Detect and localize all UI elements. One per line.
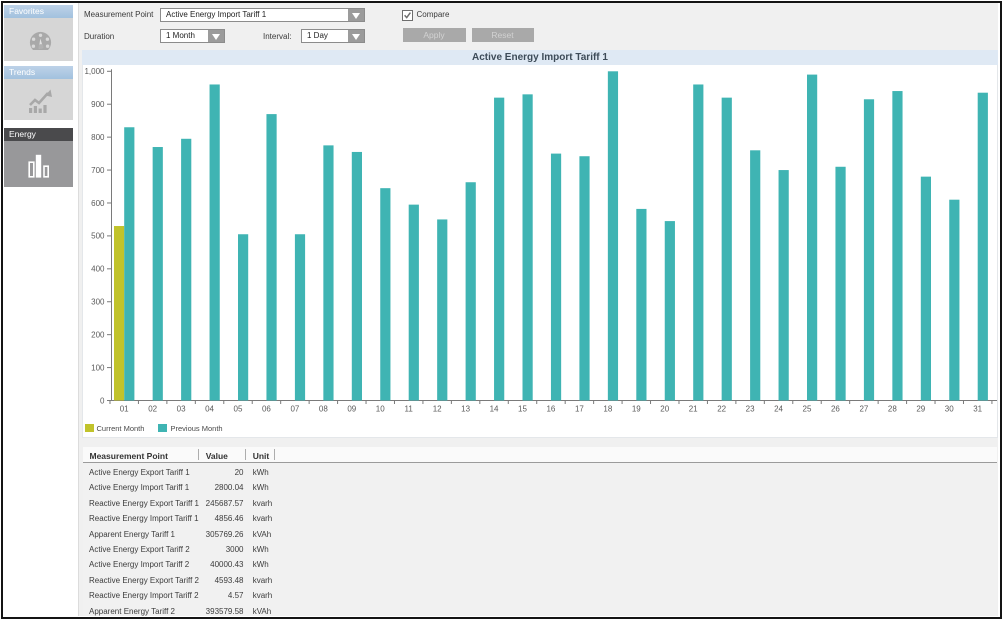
svg-text:21: 21 [689, 405, 698, 414]
svg-text:04: 04 [205, 405, 214, 414]
svg-text:10: 10 [376, 405, 385, 414]
svg-text:09: 09 [347, 405, 356, 414]
svg-text:01: 01 [120, 405, 129, 414]
svg-text:19: 19 [632, 405, 641, 414]
svg-text:29: 29 [916, 405, 925, 414]
svg-text:25: 25 [803, 405, 812, 414]
svg-text:22: 22 [717, 405, 726, 414]
svg-text:600: 600 [91, 199, 105, 208]
svg-text:15: 15 [518, 405, 527, 414]
svg-text:0: 0 [100, 396, 105, 405]
svg-text:100: 100 [91, 363, 105, 372]
svg-text:500: 500 [91, 232, 105, 241]
svg-text:03: 03 [177, 405, 186, 414]
svg-text:20: 20 [660, 405, 669, 414]
svg-text:02: 02 [148, 405, 157, 414]
svg-text:11: 11 [405, 405, 414, 414]
svg-text:14: 14 [490, 405, 499, 414]
svg-text:16: 16 [546, 405, 555, 414]
svg-text:07: 07 [290, 405, 299, 414]
svg-text:17: 17 [575, 405, 584, 414]
svg-text:18: 18 [603, 405, 612, 414]
svg-text:08: 08 [319, 405, 328, 414]
svg-text:200: 200 [91, 330, 105, 339]
svg-text:400: 400 [91, 265, 105, 274]
svg-text:800: 800 [91, 133, 105, 142]
svg-text:06: 06 [262, 405, 271, 414]
svg-text:28: 28 [888, 405, 897, 414]
svg-text:13: 13 [461, 405, 470, 414]
svg-text:1,000: 1,000 [84, 67, 105, 76]
svg-text:12: 12 [433, 405, 442, 414]
svg-text:23: 23 [746, 405, 755, 414]
svg-text:700: 700 [91, 166, 105, 175]
svg-text:30: 30 [945, 405, 954, 414]
svg-text:900: 900 [91, 100, 105, 109]
svg-text:26: 26 [831, 405, 840, 414]
svg-text:24: 24 [774, 405, 783, 414]
svg-text:05: 05 [234, 405, 243, 414]
svg-text:31: 31 [973, 405, 982, 414]
svg-text:300: 300 [91, 298, 105, 307]
svg-text:27: 27 [859, 405, 868, 414]
